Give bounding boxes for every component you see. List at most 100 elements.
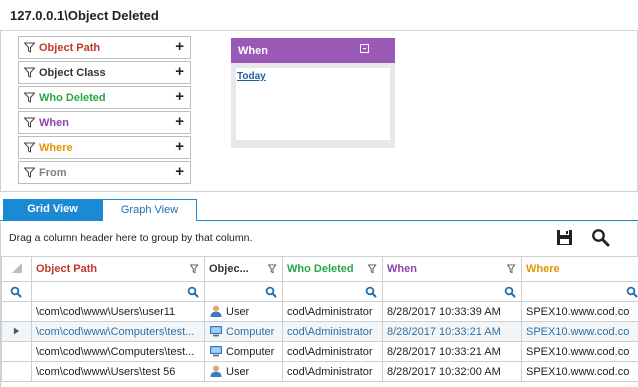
cell-class: User <box>204 301 283 322</box>
row-selector-header[interactable] <box>1 256 32 282</box>
add-filter-icon[interactable]: + <box>175 63 184 80</box>
filter-item-who-deleted[interactable]: Who Deleted + <box>18 86 191 109</box>
funnel-icon <box>24 67 35 78</box>
add-filter-icon[interactable]: + <box>175 88 184 105</box>
add-filter-icon[interactable]: + <box>175 138 184 155</box>
group-hint: Drag a column header here to group by th… <box>9 232 253 244</box>
cell-where-text: SPEX10.www.cod.co <box>526 345 630 358</box>
cell-class: Computer <box>204 321 283 342</box>
column-filter-icon[interactable] <box>507 264 517 274</box>
header-row: Object Path Objec... Who Deleted When Where <box>1 256 638 282</box>
column-filter-icon[interactable] <box>268 264 278 274</box>
tab-grid-view[interactable]: Grid View <box>3 199 102 221</box>
filter-item-label: When <box>39 117 69 129</box>
collapse-icon[interactable] <box>360 44 369 53</box>
cell-path: \com\cod\www\Users\test 56 <box>31 361 205 382</box>
cell-when-text: 8/28/2017 10:33:21 AM <box>387 325 501 338</box>
cell-who-text: cod\Administrator <box>287 325 373 338</box>
magnifier-icon[interactable] <box>626 286 638 298</box>
magnifier-icon[interactable] <box>10 286 22 298</box>
cell-path-text: \com\cod\www\Users\user11 <box>36 305 176 318</box>
add-filter-icon[interactable]: + <box>175 38 184 55</box>
row-selector[interactable] <box>1 321 32 342</box>
column-header-label: Objec... <box>209 263 249 275</box>
cell-where-text: SPEX10.www.cod.co <box>526 325 630 338</box>
column-header-label: Where <box>526 263 560 275</box>
user-icon <box>210 305 222 317</box>
cell-when-text: 8/28/2017 10:33:21 AM <box>387 345 501 358</box>
column-filter-cell[interactable] <box>204 281 283 302</box>
page-title: 127.0.0.1\Object Deleted <box>10 8 159 23</box>
when-panel-body: Today <box>236 68 390 140</box>
row-selector[interactable] <box>1 361 32 382</box>
table-row[interactable]: \com\cod\www\Users\user11 User cod\Adminis… <box>1 301 638 322</box>
view-tabs: Grid View Graph View <box>0 199 638 221</box>
column-header-3[interactable]: When <box>382 256 522 282</box>
computer-icon <box>210 346 222 357</box>
magnifier-icon[interactable] <box>265 286 277 298</box>
title-bar: 127.0.0.1\Object Deleted <box>0 0 638 31</box>
cell-where-text: SPEX10.www.cod.co <box>526 365 630 378</box>
column-filter-cell[interactable] <box>382 281 522 302</box>
column-filter-cell[interactable] <box>31 281 205 302</box>
table-row[interactable]: \com\cod\www\Users\test 56 User cod\Admini… <box>1 361 638 382</box>
search-icon[interactable] <box>591 228 610 247</box>
filter-item-from[interactable]: From + <box>18 161 191 184</box>
add-filter-icon[interactable]: + <box>175 163 184 180</box>
cell-when-text: 8/28/2017 10:33:39 AM <box>387 305 501 318</box>
magnifier-icon[interactable] <box>504 286 516 298</box>
cell-where-text: SPEX10.www.cod.co <box>526 305 630 318</box>
corner-icon <box>11 262 22 273</box>
group-by-bar[interactable]: Drag a column header here to group by th… <box>0 222 638 256</box>
column-header-2[interactable]: Who Deleted <box>282 256 383 282</box>
cell-who: cod\Administrator <box>282 341 383 362</box>
filter-item-object-class[interactable]: Object Class + <box>18 61 191 84</box>
table-row[interactable]: \com\cod\www\Computers\test... Computer co… <box>1 321 638 342</box>
column-filter-cell[interactable] <box>282 281 383 302</box>
table-row[interactable]: \com\cod\www\Computers\test... Computer co… <box>1 341 638 362</box>
cell-when-text: 8/28/2017 10:32:00 AM <box>387 365 501 378</box>
cell-where: SPEX10.www.cod.co <box>521 321 638 342</box>
column-filter-icon[interactable] <box>190 264 200 274</box>
cell-when: 8/28/2017 10:33:21 AM <box>382 341 522 362</box>
cell-who-text: cod\Administrator <box>287 345 373 358</box>
filter-item-label: Where <box>39 142 73 154</box>
cell-class: Computer <box>204 341 283 362</box>
magnifier-icon[interactable] <box>187 286 199 298</box>
row-selector[interactable] <box>1 301 32 322</box>
funnel-icon <box>24 167 35 178</box>
tab-graph-view[interactable]: Graph View <box>102 199 197 221</box>
magnifier-icon[interactable] <box>365 286 377 298</box>
column-header-label: Who Deleted <box>287 263 354 275</box>
column-header-0[interactable]: Object Path <box>31 256 205 282</box>
filter-item-object-path[interactable]: Object Path + <box>18 36 191 59</box>
column-header-4[interactable]: Where <box>521 256 638 282</box>
today-link[interactable]: Today <box>237 71 266 82</box>
filter-item-where[interactable]: Where + <box>18 136 191 159</box>
filter-item-when[interactable]: When + <box>18 111 191 134</box>
cell-path: \com\cod\www\Users\user11 <box>31 301 205 322</box>
filter-item-label: Object Path <box>39 42 101 54</box>
computer-icon <box>210 326 222 337</box>
cell-class-text: User <box>226 366 250 378</box>
column-header-1[interactable]: Objec... <box>204 256 283 282</box>
cell-class-text: User <box>226 306 250 318</box>
column-filter-cell[interactable] <box>521 281 638 302</box>
column-filter-icon[interactable] <box>368 264 378 274</box>
filter-item-label: Object Class <box>39 67 106 79</box>
funnel-icon <box>24 42 35 53</box>
cell-where: SPEX10.www.cod.co <box>521 361 638 382</box>
column-header-label: When <box>387 263 417 275</box>
row-selector[interactable] <box>1 341 32 362</box>
funnel-icon <box>24 92 35 103</box>
save-icon[interactable] <box>556 229 573 246</box>
cell-class-text: Computer <box>226 326 275 338</box>
filter-list: Object Path + Object Class + Who Deleted + Whe… <box>18 36 191 186</box>
add-filter-icon[interactable]: + <box>175 113 184 130</box>
filter-row-selector <box>1 281 32 302</box>
funnel-icon <box>24 142 35 153</box>
funnel-icon <box>24 117 35 128</box>
cell-when: 8/28/2017 10:33:21 AM <box>382 321 522 342</box>
cell-who: cod\Administrator <box>282 301 383 322</box>
column-filter-row <box>1 281 638 302</box>
